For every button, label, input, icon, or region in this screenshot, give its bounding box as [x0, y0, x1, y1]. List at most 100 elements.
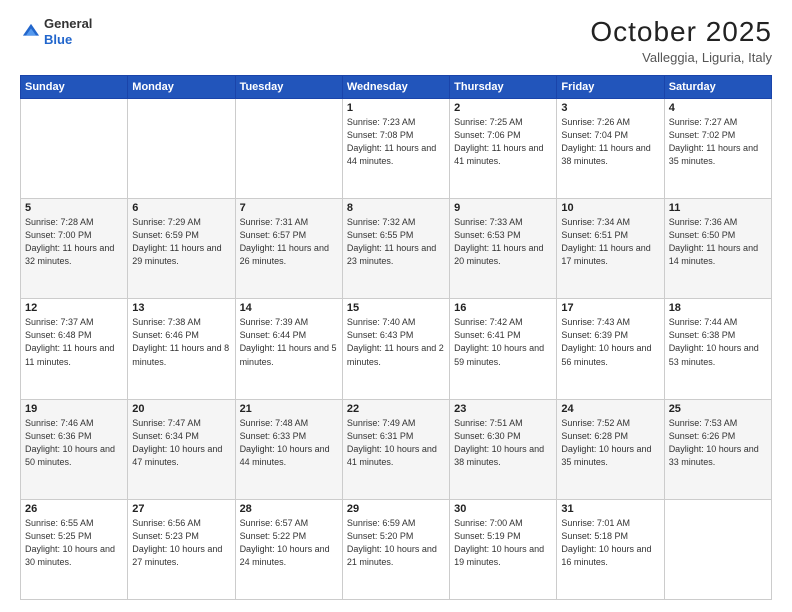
day-number: 20	[132, 403, 230, 415]
calendar-cell: 23 Sunrise: 7:51 AM Sunset: 6:30 PM Dayli…	[450, 399, 557, 499]
calendar-cell	[21, 99, 128, 199]
calendar-cell: 11Sunrise: 7:36 AM Sunset: 6:50 PM Dayli…	[664, 199, 771, 299]
day-number: 30	[454, 503, 552, 515]
day-info: Sunrise: 7:39 AM Sunset: 6:44 PM Dayligh…	[240, 316, 338, 368]
day-number: 2	[454, 102, 552, 114]
calendar-cell: 6Sunrise: 7:29 AM Sunset: 6:59 PM Daylig…	[128, 199, 235, 299]
calendar-cell: 24 Sunrise: 7:52 AM Sunset: 6:28 PM Dayli…	[557, 399, 664, 499]
day-number: 18	[669, 302, 767, 314]
calendar-cell: 7 Sunrise: 7:31 AM Sunset: 6:57 PM Daylig…	[235, 199, 342, 299]
day-number: 15	[347, 302, 445, 314]
day-info: Sunrise: 7:51 AM Sunset: 6:30 PM Dayligh…	[454, 417, 552, 469]
calendar-cell: 1Sunrise: 7:23 AM Sunset: 7:08 PM Daylig…	[342, 99, 449, 199]
day-number: 12	[25, 302, 123, 314]
calendar-cell	[128, 99, 235, 199]
day-number: 5	[25, 202, 123, 214]
day-number: 22	[347, 403, 445, 415]
day-info: Sunrise: 7:52 AM Sunset: 6:28 PM Dayligh…	[561, 417, 659, 469]
calendar-week-row: 26 Sunrise: 6:55 AM Sunset: 5:25 PM Dayli…	[21, 499, 772, 599]
logo: General Blue	[20, 16, 92, 47]
day-info: Sunrise: 6:57 AM Sunset: 5:22 PM Dayligh…	[240, 517, 338, 569]
calendar-cell: 2 Sunrise: 7:25 AM Sunset: 7:06 PM Daylig…	[450, 99, 557, 199]
calendar-cell: 15 Sunrise: 7:40 AM Sunset: 6:43 PM Dayli…	[342, 299, 449, 399]
calendar-cell: 9 Sunrise: 7:33 AM Sunset: 6:53 PM Daylig…	[450, 199, 557, 299]
day-number: 25	[669, 403, 767, 415]
day-info: Sunrise: 7:27 AM Sunset: 7:02 PM Dayligh…	[669, 116, 767, 168]
calendar-cell: 28 Sunrise: 6:57 AM Sunset: 5:22 PM Dayli…	[235, 499, 342, 599]
day-number: 16	[454, 302, 552, 314]
day-info: Sunrise: 7:47 AM Sunset: 6:34 PM Dayligh…	[132, 417, 230, 469]
day-number: 28	[240, 503, 338, 515]
calendar-week-row: 12 Sunrise: 7:37 AM Sunset: 6:48 PM Dayli…	[21, 299, 772, 399]
day-number: 1	[347, 102, 445, 114]
day-number: 13	[132, 302, 230, 314]
day-info: Sunrise: 7:43 AM Sunset: 6:39 PM Dayligh…	[561, 316, 659, 368]
day-number: 29	[347, 503, 445, 515]
day-info: Sunrise: 6:56 AM Sunset: 5:23 PM Dayligh…	[132, 517, 230, 569]
calendar-cell: 17 Sunrise: 7:43 AM Sunset: 6:39 PM Dayli…	[557, 299, 664, 399]
logo-text: General Blue	[44, 16, 92, 47]
location-title: Valleggia, Liguria, Italy	[590, 50, 772, 65]
weekday-header: Wednesday	[342, 76, 449, 99]
day-info: Sunrise: 7:37 AM Sunset: 6:48 PM Dayligh…	[25, 316, 123, 368]
day-number: 4	[669, 102, 767, 114]
day-number: 26	[25, 503, 123, 515]
day-number: 6	[132, 202, 230, 214]
day-info: Sunrise: 7:34 AM Sunset: 6:51 PM Dayligh…	[561, 216, 659, 268]
month-title: October 2025	[590, 16, 772, 48]
day-number: 11	[669, 202, 767, 214]
page: General Blue October 2025 Valleggia, Lig…	[0, 0, 792, 612]
weekday-header: Friday	[557, 76, 664, 99]
calendar-cell: 12 Sunrise: 7:37 AM Sunset: 6:48 PM Dayli…	[21, 299, 128, 399]
calendar-cell: 20 Sunrise: 7:47 AM Sunset: 6:34 PM Dayli…	[128, 399, 235, 499]
day-info: Sunrise: 7:26 AM Sunset: 7:04 PM Dayligh…	[561, 116, 659, 168]
day-info: Sunrise: 7:33 AM Sunset: 6:53 PM Dayligh…	[454, 216, 552, 268]
day-number: 21	[240, 403, 338, 415]
day-number: 23	[454, 403, 552, 415]
calendar-cell: 29Sunrise: 6:59 AM Sunset: 5:20 PM Dayli…	[342, 499, 449, 599]
calendar-cell: 16 Sunrise: 7:42 AM Sunset: 6:41 PM Dayli…	[450, 299, 557, 399]
calendar-cell: 30Sunrise: 7:00 AM Sunset: 5:19 PM Dayli…	[450, 499, 557, 599]
day-number: 17	[561, 302, 659, 314]
calendar-table: SundayMondayTuesdayWednesdayThursdayFrid…	[20, 75, 772, 600]
day-info: Sunrise: 7:44 AM Sunset: 6:38 PM Dayligh…	[669, 316, 767, 368]
logo-general: General	[44, 16, 92, 31]
calendar-week-row: 1Sunrise: 7:23 AM Sunset: 7:08 PM Daylig…	[21, 99, 772, 199]
weekday-header: Thursday	[450, 76, 557, 99]
day-info: Sunrise: 7:01 AM Sunset: 5:18 PM Dayligh…	[561, 517, 659, 569]
calendar-cell: 5 Sunrise: 7:28 AM Sunset: 7:00 PM Daylig…	[21, 199, 128, 299]
calendar-cell: 21 Sunrise: 7:48 AM Sunset: 6:33 PM Dayli…	[235, 399, 342, 499]
weekday-header: Monday	[128, 76, 235, 99]
logo-blue: Blue	[44, 32, 72, 47]
day-number: 8	[347, 202, 445, 214]
day-info: Sunrise: 6:55 AM Sunset: 5:25 PM Dayligh…	[25, 517, 123, 569]
day-info: Sunrise: 7:53 AM Sunset: 6:26 PM Dayligh…	[669, 417, 767, 469]
calendar-week-row: 19Sunrise: 7:46 AM Sunset: 6:36 PM Dayli…	[21, 399, 772, 499]
day-number: 9	[454, 202, 552, 214]
day-number: 27	[132, 503, 230, 515]
calendar-cell	[235, 99, 342, 199]
calendar-cell	[664, 499, 771, 599]
calendar-cell: 18 Sunrise: 7:44 AM Sunset: 6:38 PM Dayli…	[664, 299, 771, 399]
weekday-header: Saturday	[664, 76, 771, 99]
day-info: Sunrise: 7:42 AM Sunset: 6:41 PM Dayligh…	[454, 316, 552, 368]
day-info: Sunrise: 7:25 AM Sunset: 7:06 PM Dayligh…	[454, 116, 552, 168]
day-info: Sunrise: 7:28 AM Sunset: 7:00 PM Dayligh…	[25, 216, 123, 268]
calendar-cell: 13Sunrise: 7:38 AM Sunset: 6:46 PM Dayli…	[128, 299, 235, 399]
day-number: 31	[561, 503, 659, 515]
day-info: Sunrise: 7:31 AM Sunset: 6:57 PM Dayligh…	[240, 216, 338, 268]
day-info: Sunrise: 7:48 AM Sunset: 6:33 PM Dayligh…	[240, 417, 338, 469]
day-info: Sunrise: 7:32 AM Sunset: 6:55 PM Dayligh…	[347, 216, 445, 268]
day-number: 3	[561, 102, 659, 114]
calendar-cell: 31 Sunrise: 7:01 AM Sunset: 5:18 PM Dayli…	[557, 499, 664, 599]
day-info: Sunrise: 7:40 AM Sunset: 6:43 PM Dayligh…	[347, 316, 445, 368]
weekday-header: Tuesday	[235, 76, 342, 99]
calendar-header-row: SundayMondayTuesdayWednesdayThursdayFrid…	[21, 76, 772, 99]
calendar-week-row: 5 Sunrise: 7:28 AM Sunset: 7:00 PM Daylig…	[21, 199, 772, 299]
day-number: 24	[561, 403, 659, 415]
calendar-cell: 27 Sunrise: 6:56 AM Sunset: 5:23 PM Dayli…	[128, 499, 235, 599]
calendar-cell: 22Sunrise: 7:49 AM Sunset: 6:31 PM Dayli…	[342, 399, 449, 499]
day-number: 7	[240, 202, 338, 214]
calendar-cell: 10Sunrise: 7:34 AM Sunset: 6:51 PM Dayli…	[557, 199, 664, 299]
calendar-cell: 26 Sunrise: 6:55 AM Sunset: 5:25 PM Dayli…	[21, 499, 128, 599]
